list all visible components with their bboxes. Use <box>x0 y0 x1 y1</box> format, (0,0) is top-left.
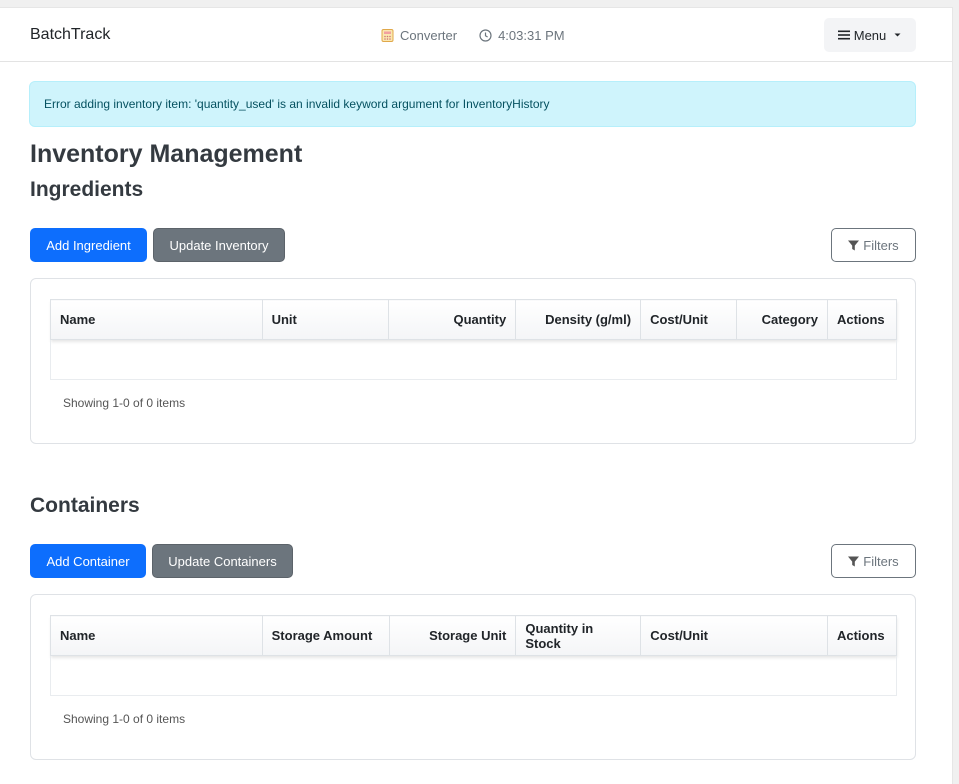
page: BatchTrack Converter 4:03:31 PM Menu Err… <box>0 8 952 784</box>
hamburger-icon <box>837 30 850 40</box>
clock-label: 4:03:31 PM <box>498 27 565 43</box>
filter-icon <box>848 556 860 566</box>
column-header-name[interactable]: Name <box>50 615 263 656</box>
alert-message: Error adding inventory item: 'quantity_u… <box>44 97 550 111</box>
filters-label: Filters <box>863 553 899 569</box>
column-header-quantity-in-stock[interactable]: Quantity in Stock <box>515 615 642 656</box>
empty-cell <box>50 655 897 696</box>
filter-icon <box>848 240 860 250</box>
empty-cell <box>50 339 897 380</box>
filters-label: Filters <box>863 237 899 253</box>
column-header-actions: Actions <box>826 615 898 656</box>
converter-link[interactable]: Converter <box>381 28 457 43</box>
column-header-category[interactable]: Category <box>736 299 828 340</box>
clock-icon <box>479 28 492 42</box>
column-header-name[interactable]: Name <box>50 299 263 340</box>
column-header-cost-unit[interactable]: Cost/Unit <box>640 299 737 340</box>
column-header-storage-unit[interactable]: Storage Unit <box>388 615 517 656</box>
menu-label: Menu <box>853 27 887 43</box>
column-header-storage-amount[interactable]: Storage Amount <box>261 615 390 656</box>
calculator-icon <box>381 28 394 42</box>
table-header-row: Name Unit Quantity Density (g/ml) Cost/U… <box>50 299 898 340</box>
menu-button[interactable]: Menu <box>824 18 916 52</box>
containers-heading: Containers <box>30 494 140 517</box>
brand-link[interactable]: BatchTrack <box>30 26 110 44</box>
clock-display: 4:03:31 PM <box>479 28 565 43</box>
navbar: BatchTrack Converter 4:03:31 PM Menu <box>0 8 952 62</box>
add-container-button[interactable]: Add Container <box>30 544 146 578</box>
containers-table: Name Storage Amount Storage Unit Quantit… <box>50 615 898 696</box>
ingredients-pagination-info: Showing 1-0 of 0 items <box>63 396 186 410</box>
empty-row <box>50 339 897 380</box>
ingredients-filters-button[interactable]: Filters <box>831 228 916 262</box>
converter-label: Converter <box>400 27 458 43</box>
update-containers-button[interactable]: Update Containers <box>152 544 293 578</box>
add-ingredient-button[interactable]: Add Ingredient <box>30 228 147 262</box>
update-inventory-button[interactable]: Update Inventory <box>153 228 285 262</box>
error-alert: Error adding inventory item: 'quantity_u… <box>29 81 916 127</box>
column-header-actions: Actions <box>826 299 898 340</box>
table-header-row: Name Storage Amount Storage Unit Quantit… <box>50 615 898 656</box>
containers-pagination-info: Showing 1-0 of 0 items <box>63 712 186 726</box>
column-header-cost-unit[interactable]: Cost/Unit <box>640 615 828 656</box>
caret-down-icon <box>894 33 901 37</box>
nav-center: Converter 4:03:31 PM <box>381 8 565 62</box>
containers-filters-button[interactable]: Filters <box>831 544 916 578</box>
empty-row <box>50 655 897 696</box>
page-title: Inventory Management <box>30 140 303 168</box>
containers-card: Name Storage Amount Storage Unit Quantit… <box>30 594 916 760</box>
column-header-quantity[interactable]: Quantity <box>388 299 517 340</box>
ingredients-table: Name Unit Quantity Density (g/ml) Cost/U… <box>50 299 898 380</box>
ingredients-heading: Ingredients <box>30 178 144 201</box>
ingredients-card: Name Unit Quantity Density (g/ml) Cost/U… <box>30 278 916 444</box>
column-header-unit[interactable]: Unit <box>261 299 390 340</box>
column-header-density[interactable]: Density (g/ml) <box>515 299 642 340</box>
